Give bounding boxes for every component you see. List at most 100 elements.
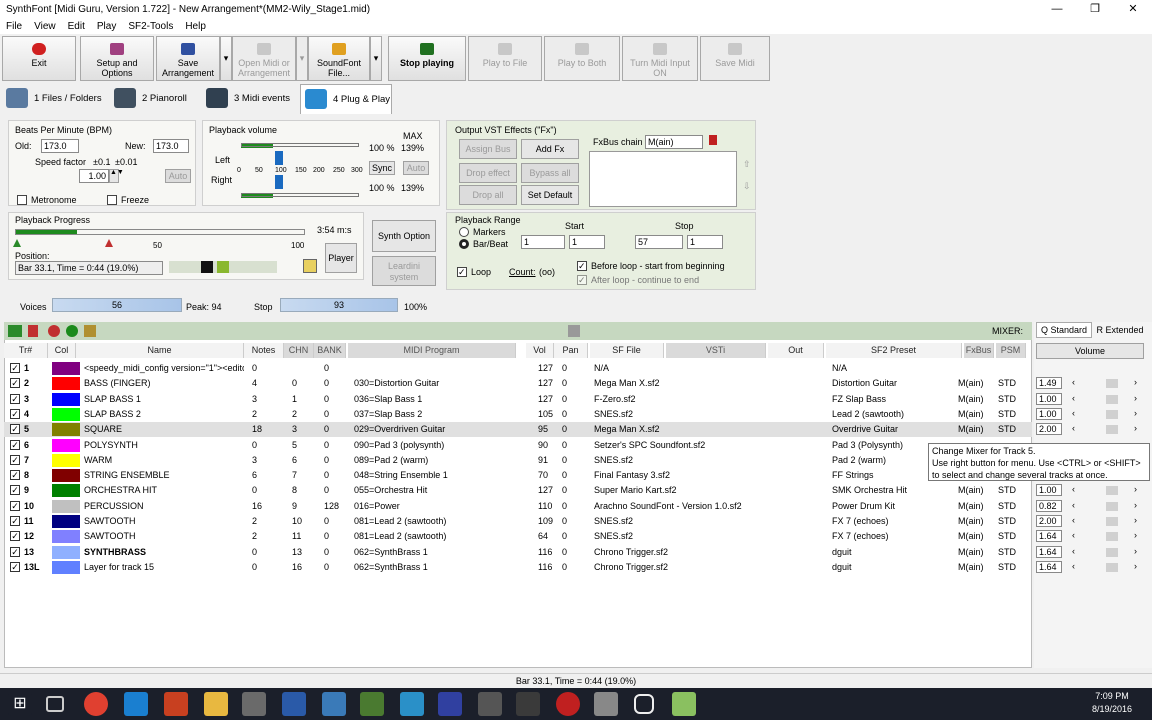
mixer-value[interactable]: 1.64 [1036,560,1062,573]
header-pan[interactable]: Pan [554,343,588,358]
synthfont-task-icon[interactable] [672,692,696,716]
markers-radio[interactable] [459,227,469,237]
fxbus-chain-select[interactable]: M(ain) [645,135,703,149]
track-enable-checkbox[interactable]: ✓ [10,485,20,496]
settings-icon[interactable] [478,692,502,716]
tab-pianoroll[interactable]: 2 Pianoroll [114,84,196,114]
table-row[interactable]: ✓ 3 SLAP BASS 1 3 1 0 036=Slap Bass 1 127 0 F-Zer… [4,392,1032,407]
track-color-swatch[interactable] [52,545,80,559]
header-col[interactable]: Col [48,343,76,358]
table-row[interactable]: ✓ 10 PERCUSSION 16 9 128 016=Power 110 0 Arachno … [4,499,1032,514]
mixer-value[interactable]: 1.64 [1036,545,1062,558]
word-icon[interactable] [282,692,306,716]
mixer-slider[interactable]: ‹ › [1070,561,1142,573]
app-icon-7[interactable] [594,692,618,716]
table-row[interactable]: ✓ 13L Layer for track 15 0 16 0 062=SynthBrass… [4,560,1032,575]
cell-name[interactable]: SQUARE [84,422,244,437]
header-sf2-preset[interactable]: SF2 Preset [826,343,962,358]
home-icon[interactable] [84,325,96,337]
mixer-slider[interactable]: ‹ › [1070,530,1142,542]
leardini-button[interactable]: Leardini system [372,256,436,286]
save-midi-button[interactable]: Save Midi [700,36,770,81]
mixer-slider[interactable]: ‹ › [1070,408,1142,420]
mixer-value[interactable]: 1.64 [1036,530,1062,543]
chrome-icon[interactable] [84,692,108,716]
track-enable-checkbox[interactable]: ✓ [10,500,20,511]
tab-extended[interactable]: R Extended [1092,323,1148,338]
set-default-button[interactable]: Set Default [521,185,579,205]
track-enable-checkbox[interactable]: ✓ [10,546,20,557]
table-row[interactable]: ✓ 4 SLAP BASS 2 2 2 0 037=Slap Bass 2 105 0 SNES.… [4,407,1032,422]
cell-name[interactable]: BASS (FINGER) [84,376,244,391]
mixer-value[interactable]: 1.00 [1036,484,1062,497]
cell-name[interactable]: STRING ENSEMBLE [84,468,244,483]
tab-standard[interactable]: Q Standard [1036,322,1092,338]
app-icon-2[interactable] [322,692,346,716]
track-enable-checkbox[interactable]: ✓ [10,408,20,419]
header-vol[interactable]: Vol [526,343,554,358]
cell-name[interactable]: WARM [84,453,244,468]
mixer-value[interactable]: 1.00 [1036,407,1062,420]
cell-name[interactable]: SAWTOOTH [84,514,244,529]
table-row[interactable]: ✓ 8 STRING ENSEMBLE 6 7 0 048=String Ensemble … [4,468,1032,483]
mixer-slider[interactable]: ‹ › [1070,515,1142,527]
right-volume-thumb[interactable] [275,175,283,189]
synth-option-button[interactable]: Synth Option [372,220,436,252]
speed-spin[interactable]: ▲▼ [109,169,124,183]
app-icon-5[interactable] [516,692,540,716]
soundfont-button[interactable]: SoundFont File... [308,36,370,81]
track-enable-checkbox[interactable]: ✓ [10,470,20,481]
mixer-value[interactable]: 1.49 [1036,377,1062,390]
pause-icon[interactable] [217,261,229,273]
mixer-value[interactable]: 2.00 [1036,515,1062,527]
mixer-slider[interactable]: ‹ › [1070,377,1142,389]
mixer-value[interactable]: 0.82 [1036,499,1062,512]
track-enable-checkbox[interactable]: ✓ [10,561,20,572]
mixer-slider[interactable]: ‹ › [1070,546,1142,558]
edge-icon[interactable] [124,692,148,716]
start-bar-field[interactable]: 1 [521,235,565,249]
track-color-swatch[interactable] [52,362,80,375]
cell-name[interactable]: SLAP BASS 1 [84,392,244,407]
track-enable-checkbox[interactable]: ✓ [10,454,20,465]
header-name[interactable]: Name [76,343,244,358]
open-midi-button[interactable]: Open Midi or Arrangement [232,36,296,81]
track-enable-checkbox[interactable]: ✓ [10,393,20,404]
header-out[interactable]: Out [768,343,824,358]
move-up-icon[interactable]: ⇧ [743,159,751,170]
cell-name[interactable]: SYNTHBRASS [84,545,244,560]
volume-auto-button[interactable]: Auto [403,161,429,175]
stop-transport-icon[interactable] [201,261,213,273]
track-color-swatch[interactable] [52,515,80,528]
stop-beat-field[interactable]: 1 [687,235,723,249]
exit-button[interactable]: Exit [2,36,76,81]
track-enable-checkbox[interactable]: ✓ [10,378,20,389]
save-dropdown[interactable]: ▾ [220,36,232,81]
drop-effect-button[interactable]: Drop effect [459,163,517,183]
left-volume-thumb[interactable] [275,151,283,165]
maximize-button[interactable]: ❐ [1076,0,1114,19]
header-bank[interactable]: BANK [314,343,346,358]
table-row[interactable]: ✓ 9 ORCHESTRA HIT 0 8 0 055=Orchestra Hit 127 0 S… [4,483,1032,498]
cell-name[interactable]: SLAP BASS 2 [84,407,244,422]
track-color-swatch[interactable] [52,530,80,544]
table-row[interactable]: ✓ 1 <speedy_midi_config version="1"><edito… [4,361,1032,376]
close-button[interactable]: ✕ [1114,0,1152,19]
header-program[interactable]: MIDI Program [348,343,516,358]
fx-red-icon[interactable] [709,135,717,145]
track-delete-icon[interactable] [28,325,38,337]
track-color-swatch[interactable] [52,438,80,452]
track-color-swatch[interactable] [52,423,80,437]
track-color-swatch[interactable] [52,453,80,467]
bpm-old-field[interactable]: 173.0 [41,139,79,153]
freeze-checkbox[interactable] [107,195,117,205]
tab-plug-play[interactable]: 4 Plug & Play [300,84,392,114]
header-chn[interactable]: CHN [284,343,314,358]
app-icon-6[interactable] [556,692,580,716]
stop-playing-button[interactable]: Stop playing [388,36,466,81]
fx-chain-list[interactable] [589,151,737,207]
speed-factor-field[interactable]: 1.00 [79,169,109,183]
mixer-slider[interactable]: ‹ › [1070,423,1142,435]
stop-bar-field[interactable]: 57 [635,235,683,249]
table-row[interactable]: ✓ 6 POLYSYNTH 0 5 0 090=Pad 3 (polysynth) 90 0 Se… [4,438,1032,453]
